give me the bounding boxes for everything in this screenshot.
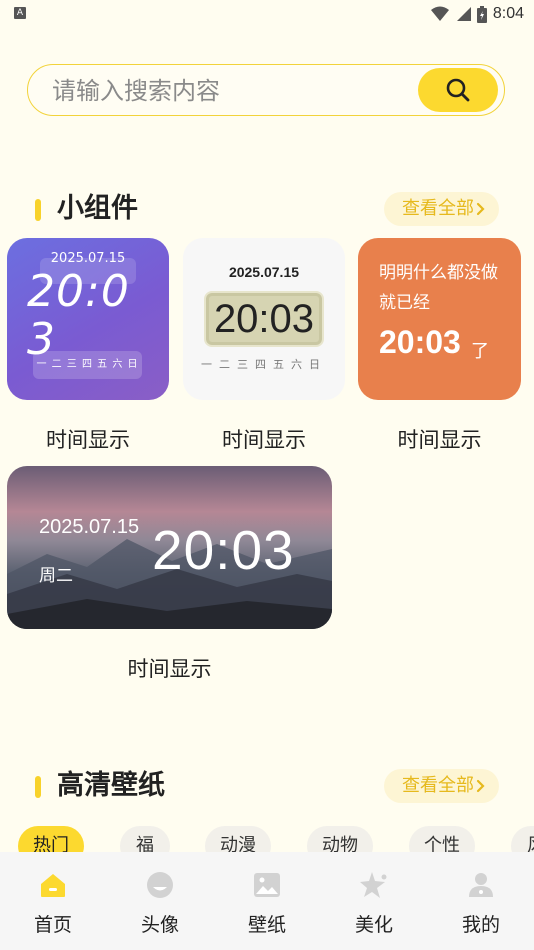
widget-weekdays: 一二三四五六日 [201,358,327,371]
widget-date: 2025.07.15 [39,516,140,538]
view-all-label: 查看全部 [402,198,474,219]
widget-time-suffix: 了 [471,341,489,362]
widget-time: 20:03 [27,266,130,365]
view-all-label: 查看全部 [402,775,474,796]
chevron-right-icon [476,779,485,793]
battery-icon [476,5,487,23]
tag-anime[interactable]: 动漫 [205,826,271,852]
nav-item-mine[interactable]: 我的 [428,852,534,950]
widget-purple-clock[interactable]: 2025.07.15 20:03 一 二 三 四 五 六 日 [7,238,169,400]
section-title: 小组件 [57,193,138,224]
nav-item-beautify[interactable]: 美化 [321,852,427,950]
widget-label: 时间显示 [127,657,212,681]
nav-label: 美化 [354,914,393,936]
view-all-wallpapers-button[interactable]: 查看全部 [384,769,499,803]
notification-icon: A [14,7,26,19]
widget-weekday: 周二 [39,566,73,586]
tag-animal[interactable]: 动物 [307,826,373,852]
tag-personality[interactable]: 个性 [409,826,475,852]
wifi-icon [430,6,449,21]
nav-item-wallpaper[interactable]: 壁纸 [214,852,320,950]
widget-time: 20:03 [213,297,315,341]
nav-label: 壁纸 [247,914,286,936]
tag-hot[interactable]: 热门 [18,826,84,852]
widget-text-line2: 就已经 [379,293,430,313]
wallpaper-section-header: 高清壁纸 查看全部 [35,768,499,804]
nav-label: 首页 [33,914,72,936]
section-accent-bar [35,776,41,798]
star-icon [360,872,387,898]
chevron-right-icon [476,202,485,216]
lcd-screen: 20:03 [204,291,324,347]
nav-label: 我的 [461,914,500,936]
status-bar: A 8:04 [0,0,534,28]
user-icon [469,873,493,897]
widget-landscape-clock[interactable]: 2025.07.15 周二 20:03 [7,466,332,629]
nav-item-home[interactable]: 首页 [0,852,106,950]
bottom-nav: 首页 头像 壁纸 美化 我的 [0,852,534,950]
widget-time: 20:03 [152,519,295,581]
section-title: 高清壁纸 [57,770,165,801]
widget-label: 时间显示 [397,428,482,452]
widget-label: 时间显示 [46,428,130,452]
avatar-icon [147,872,173,898]
wallpaper-tag-row: 热门 福 动漫 动物 个性 风 [0,826,534,852]
signal-icon [456,7,471,21]
nav-label: 头像 [140,914,179,936]
search-bar [27,64,505,116]
tag-style[interactable]: 风 [511,826,534,852]
widget-date: 2025.07.15 [228,264,300,280]
widget-time: 20:03 [379,324,461,360]
widget-weekdays: 一 二 三 四 五 六 日 [36,359,139,370]
status-right: 8:04 [430,4,524,24]
search-icon [446,78,470,102]
image-icon [254,873,280,897]
widget-label: 时间显示 [222,428,306,452]
widgets-section-header: 小组件 查看全部 [35,191,499,227]
section-accent-bar [35,199,41,221]
widget-lcd-clock[interactable]: 2025.07.15 20:03 一二三四五六日 [183,238,345,400]
widget-text-line1: 明明什么都没做 [379,263,498,283]
tag-fu[interactable]: 福 [120,826,170,852]
search-input[interactable] [50,73,394,109]
widget-orange-text-clock[interactable]: 明明什么都没做 就已经 20:03 了 [358,238,521,400]
home-icon [41,874,65,897]
view-all-widgets-button[interactable]: 查看全部 [384,192,499,226]
nav-item-avatar[interactable]: 头像 [107,852,213,950]
search-button[interactable] [418,68,498,112]
status-time: 8:04 [492,5,524,22]
